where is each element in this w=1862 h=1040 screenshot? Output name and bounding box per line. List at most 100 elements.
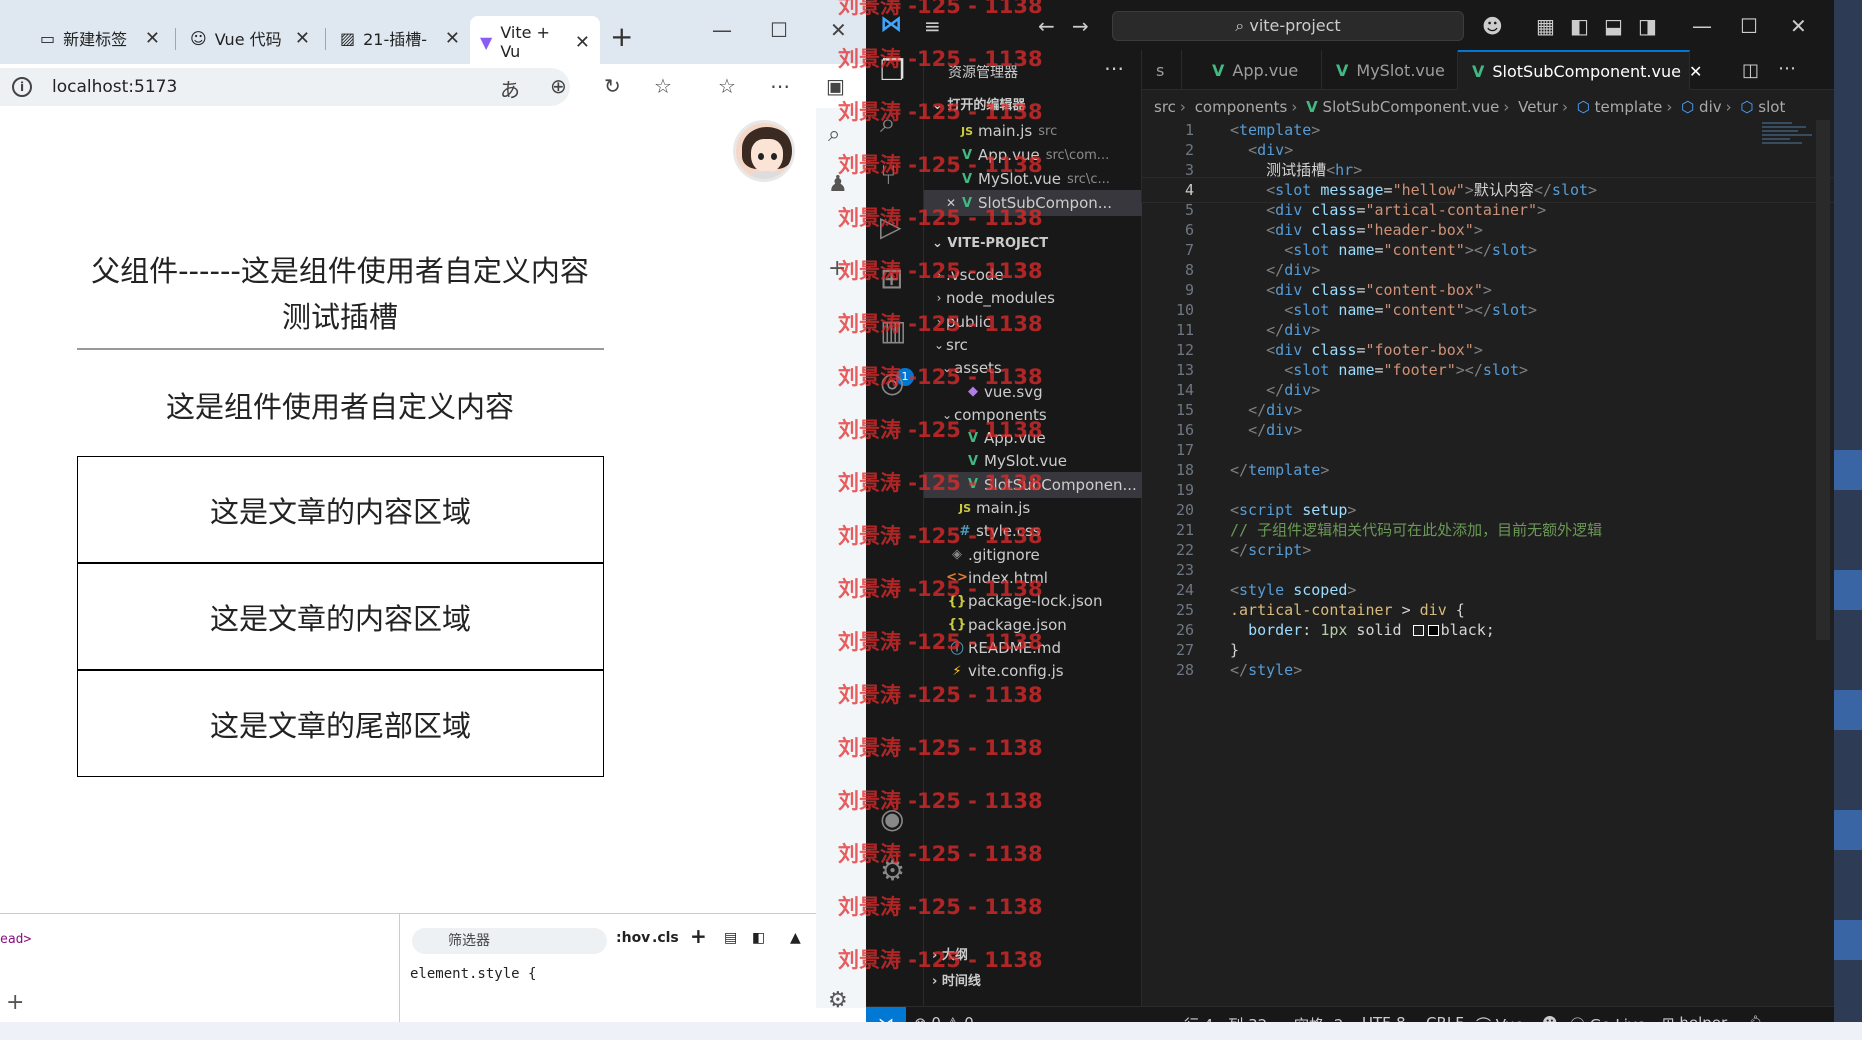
add-icon[interactable]: +	[6, 990, 24, 1015]
project-header[interactable]: ⌄ VITE-PROJECT	[932, 236, 1048, 251]
open-editor-item[interactable]: JS main.js src	[924, 118, 1142, 144]
remote-explorer-icon[interactable]: ▥	[880, 314, 906, 347]
forward-arrow-icon[interactable]: →	[1072, 14, 1089, 38]
toggle-panel-icon[interactable]: ⬓	[1604, 14, 1623, 38]
open-editor-item[interactable]: V MySlot.vue src\c...	[924, 166, 1142, 192]
zoom-icon[interactable]: ⊕	[550, 74, 567, 98]
styles-filter-input[interactable]: 筛选器	[412, 928, 607, 954]
add-icon[interactable]: +	[828, 256, 846, 281]
close-icon[interactable]: ✕	[924, 196, 956, 210]
file-item[interactable]: <> index.html	[924, 565, 1142, 591]
toggle-sidebar-icon[interactable]: ◧	[1570, 14, 1589, 38]
browser-tab-3[interactable]: ▨ 21-插槽- ✕	[330, 20, 470, 56]
search-icon[interactable]: ⌕	[880, 106, 896, 140]
more-menu-icon[interactable]: ⋯	[770, 74, 790, 98]
desktop-shortcut-icon[interactable]	[1834, 810, 1862, 850]
open-editor-item[interactable]: ✕ V SlotSubCompon...	[924, 190, 1142, 216]
computed-toggle-icon[interactable]: ◧	[752, 930, 765, 946]
desktop-shortcut-icon[interactable]	[1834, 570, 1862, 610]
gear-icon[interactable]: ⚙	[880, 854, 905, 887]
file-item[interactable]: V SlotSubComponen...	[924, 471, 1142, 498]
favorites-list-icon[interactable]: ☆	[718, 74, 736, 98]
maximize-icon[interactable]: ☐	[770, 18, 788, 42]
browser-tab-4-active[interactable]: ▼ Vite + Vu ✕	[470, 16, 600, 68]
file-item[interactable]: {} package.json	[924, 612, 1142, 638]
breadcrumb-item[interactable]: div	[1699, 98, 1722, 116]
file-item[interactable]: ◈ .gitignore	[924, 542, 1142, 568]
split-editor-icon[interactable]: ◫	[1742, 60, 1759, 81]
breadcrumb-item[interactable]: slot	[1758, 98, 1785, 116]
command-center-search[interactable]: ⌕ vite-project	[1112, 11, 1464, 41]
refresh-icon[interactable]: ↻	[604, 74, 621, 98]
browser-tab-1[interactable]: ▭ 新建标签 ✕	[30, 20, 170, 56]
extensions-icon[interactable]: ⊞	[880, 262, 903, 295]
open-editor-item[interactable]: V App.vue src\com...	[924, 142, 1142, 168]
folder-item[interactable]: › public	[924, 309, 1142, 335]
edge-devtools-icon[interactable]: ◎	[880, 366, 904, 399]
more-actions-icon[interactable]: ⋯	[1104, 56, 1124, 80]
breadcrumb-item[interactable]: src	[1154, 98, 1176, 116]
open-editors-header[interactable]: ⌄ 打开的编辑器	[932, 94, 1025, 113]
scroll-up-icon[interactable]: ▲	[790, 930, 801, 946]
avatar[interactable]	[733, 120, 795, 182]
cls-toggle[interactable]: .cls	[652, 930, 679, 946]
folder-item[interactable]: › node_modules	[924, 285, 1142, 311]
url-field[interactable]: i localhost:5173	[0, 68, 570, 106]
back-arrow-icon[interactable]: ←	[1038, 14, 1055, 38]
breadcrumb-item[interactable]: Vetur	[1518, 98, 1558, 116]
color-swatch-icon[interactable]	[1427, 625, 1439, 636]
code-line[interactable]: 28 </style>	[1142, 658, 1834, 682]
folder-item[interactable]: › .vscode	[924, 262, 1142, 288]
search-icon[interactable]: ⌕	[828, 122, 840, 147]
new-tab-button[interactable]: +	[610, 20, 633, 53]
breadcrumb-item[interactable]: SlotSubComponent.vue	[1323, 98, 1500, 116]
file-item[interactable]: JS main.js	[924, 495, 1142, 521]
sidebar-toggle-icon[interactable]: ▣	[826, 74, 845, 98]
editor-tab-slotsubcomponent-vue[interactable]: V SlotSubComponent.vue ✕	[1458, 50, 1702, 90]
account-icon[interactable]: ◉	[880, 802, 904, 835]
close-window-icon[interactable]: ✕	[830, 18, 847, 42]
close-tab-icon[interactable]: ✕	[295, 28, 310, 49]
toggle-secondary-sidebar-icon[interactable]: ◨	[1638, 14, 1657, 38]
editor-tab-partial[interactable]: s	[1142, 50, 1182, 90]
file-item[interactable]: V MySlot.vue	[924, 448, 1142, 474]
menu-icon[interactable]: ≡	[924, 14, 941, 38]
file-item[interactable]: V App.vue	[924, 425, 1142, 451]
breadcrumb-item[interactable]: components	[1195, 98, 1288, 116]
hov-toggle[interactable]: :hov	[616, 930, 650, 946]
source-control-icon[interactable]: ⑂	[880, 158, 897, 191]
read-aloud-icon[interactable]: あ	[500, 74, 520, 103]
paint-icon[interactable]: ▤	[724, 930, 737, 946]
minimize-icon[interactable]: —	[1692, 14, 1712, 38]
file-item[interactable]: # style.css	[924, 518, 1142, 544]
browser-tab-2[interactable]: ☺ Vue 代码 ✕	[180, 20, 320, 56]
minimap[interactable]	[1762, 120, 1822, 180]
folder-item[interactable]: ⌄ src	[924, 332, 1142, 358]
dom-node[interactable]: ead>	[0, 932, 31, 947]
outline-header[interactable]: › 大纲	[932, 944, 968, 963]
desktop-shortcut-icon[interactable]	[1834, 690, 1862, 730]
color-swatch-icon[interactable]	[1412, 625, 1424, 636]
layout-icon[interactable]: ▦	[1536, 14, 1555, 38]
close-tab-icon[interactable]: ✕	[445, 28, 460, 49]
gear-icon[interactable]: ⚙	[828, 988, 848, 1013]
folder-item[interactable]: ⌄ assets	[924, 355, 1142, 381]
file-item[interactable]: ⚡ vite.config.js	[924, 658, 1142, 684]
file-item[interactable]: {} package-lock.json	[924, 588, 1142, 614]
desktop-shortcut-icon[interactable]	[1834, 920, 1862, 960]
copilot-icon[interactable]: ☻	[1482, 14, 1503, 38]
info-icon[interactable]: i	[12, 77, 32, 97]
explorer-icon[interactable]: ❐	[880, 54, 905, 87]
editor-tab-myslot-vue[interactable]: V MySlot.vue	[1322, 50, 1458, 90]
close-tab-icon[interactable]: ✕	[145, 28, 160, 49]
close-tab-icon[interactable]: ✕	[575, 32, 590, 53]
maximize-icon[interactable]: ☐	[1740, 14, 1758, 38]
file-item[interactable]: ◆ vue.svg	[924, 379, 1142, 405]
more-actions-icon[interactable]: ⋯	[1778, 58, 1796, 79]
favorite-star-icon[interactable]: ☆	[654, 74, 672, 98]
close-window-icon[interactable]: ✕	[1790, 14, 1807, 38]
editor-tab-app-vue[interactable]: V App.vue	[1198, 50, 1322, 90]
timeline-header[interactable]: › 时间线	[932, 970, 981, 989]
folder-item[interactable]: ⌄ components	[924, 402, 1142, 428]
breadcrumb-item[interactable]: template	[1595, 98, 1663, 116]
